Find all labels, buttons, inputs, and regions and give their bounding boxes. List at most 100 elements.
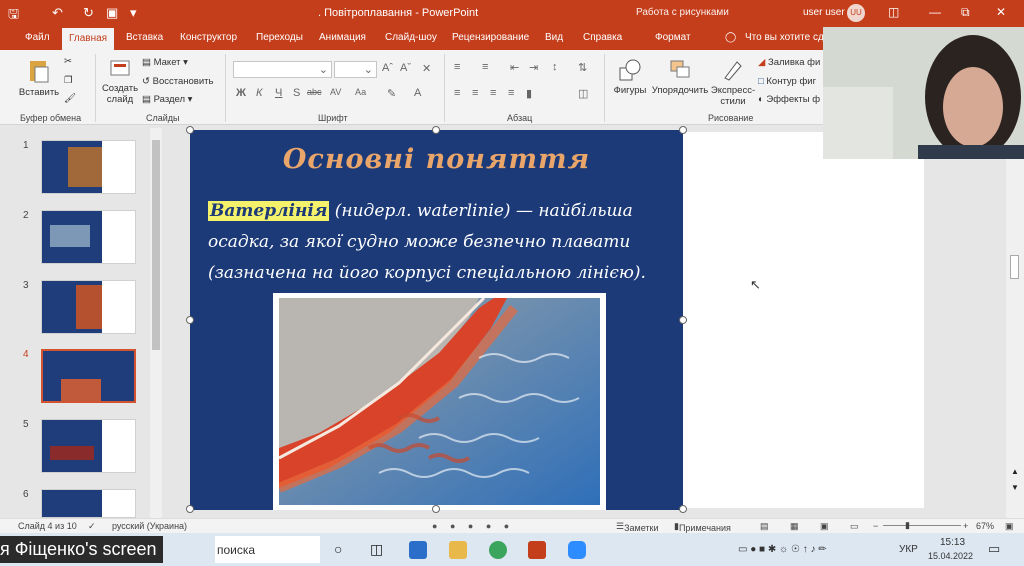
clock-time[interactable]: 15:13: [940, 537, 965, 548]
zoom-out-icon[interactable]: −: [873, 521, 878, 531]
arrange-button[interactable]: Упорядочить: [650, 58, 710, 96]
waterline-photo[interactable]: [273, 293, 606, 510]
previous-slide-icon[interactable]: ▲: [1011, 467, 1019, 476]
tab-design[interactable]: Конструктор: [180, 32, 237, 43]
quick-styles-button[interactable]: Экспресс-стили: [710, 58, 756, 107]
undo-icon[interactable]: ↶: [52, 5, 63, 21]
save-icon[interactable]: 🖫: [8, 5, 19, 27]
slide-scrollbar[interactable]: ▲ ▼: [1006, 125, 1024, 518]
layout-button[interactable]: ▤ Макет ▾: [142, 57, 188, 68]
tab-format[interactable]: Формат: [655, 32, 691, 43]
resize-handle[interactable]: [679, 505, 687, 513]
tell-me-box[interactable]: Что вы хотите сде: [745, 32, 829, 43]
resize-handle[interactable]: [186, 316, 194, 324]
columns-icon[interactable]: ▮: [526, 87, 532, 100]
font-name-dropdown[interactable]: ⌄: [233, 61, 332, 78]
slide-body-text[interactable]: Ватерлінія (нидерл. waterlinie) — найбіл…: [208, 196, 673, 289]
next-slide-icon[interactable]: ▼: [1011, 483, 1019, 492]
customize-qat-icon[interactable]: ▾: [130, 5, 137, 21]
slide-thumbnail-3[interactable]: [41, 280, 136, 334]
resize-handle[interactable]: [679, 126, 687, 134]
spacing-button[interactable]: AV: [330, 87, 341, 97]
fit-to-window-icon[interactable]: ▣: [1005, 521, 1014, 532]
highlight-icon[interactable]: ✎: [387, 87, 396, 100]
notification-icon[interactable]: ▭: [988, 541, 1000, 557]
thumbnail-scrollbar[interactable]: [150, 128, 162, 518]
tab-home[interactable]: Главная: [62, 28, 115, 50]
shape-outline-button[interactable]: □ Контур фиг: [758, 76, 816, 87]
numbering-icon[interactable]: ≡: [482, 61, 488, 73]
slide-thumbnail-6[interactable]: [41, 489, 136, 518]
tab-view[interactable]: Вид: [545, 32, 563, 43]
zoom-slider[interactable]: [883, 525, 961, 526]
bold-button[interactable]: Ж: [236, 87, 246, 99]
slide-thumbnail-1[interactable]: [41, 140, 136, 194]
present-icon[interactable]: ▣: [106, 5, 118, 21]
tab-review[interactable]: Рецензирование: [452, 32, 529, 43]
slide-sorter-icon[interactable]: ▦: [790, 521, 799, 532]
resize-handle[interactable]: [186, 126, 194, 134]
justify-icon[interactable]: ≡: [508, 87, 514, 99]
line-spacing-icon[interactable]: ↕: [552, 61, 558, 73]
copy-icon[interactable]: ❐: [64, 75, 73, 86]
slide-thumbnail-4[interactable]: [41, 349, 136, 403]
tab-animations[interactable]: Анимация: [319, 32, 366, 43]
decrease-indent-icon[interactable]: ⇤: [510, 61, 519, 74]
powerpoint-taskbar-icon[interactable]: [528, 541, 546, 559]
zoom-in-icon[interactable]: +: [963, 521, 968, 531]
task-view-icon[interactable]: ◫: [370, 541, 388, 559]
shrink-font-icon[interactable]: Aˇ: [400, 62, 411, 74]
cortana-icon[interactable]: ○: [334, 541, 352, 559]
cut-icon[interactable]: ✂: [64, 56, 72, 67]
normal-view-icon[interactable]: ▤: [760, 521, 769, 532]
spellcheck-icon[interactable]: ✓: [88, 521, 96, 532]
ribbon-display-icon[interactable]: ◫: [888, 5, 899, 19]
tab-insert[interactable]: Вставка: [126, 32, 163, 43]
resize-handle[interactable]: [186, 505, 194, 513]
resize-handle[interactable]: [432, 505, 440, 513]
language-indicator[interactable]: русский (Украина): [112, 521, 187, 531]
increase-indent-icon[interactable]: ⇥: [529, 61, 538, 74]
resize-handle[interactable]: [432, 126, 440, 134]
redo-icon[interactable]: ↻: [83, 5, 94, 21]
file-explorer-icon[interactable]: [449, 541, 467, 559]
tray-icons[interactable]: ▭ ● ■ ✱ ☼ ☉ ↑ ♪ ✏: [738, 544, 827, 555]
grow-font-icon[interactable]: Aˆ: [382, 62, 393, 74]
bullets-icon[interactable]: ≡: [454, 61, 460, 73]
keyboard-language[interactable]: УКР: [899, 544, 918, 555]
chrome-icon[interactable]: [489, 541, 507, 559]
avatar[interactable]: UU: [847, 4, 865, 22]
zoom-level[interactable]: 67%: [976, 521, 994, 531]
slideshow-icon[interactable]: ▭: [850, 521, 859, 532]
font-size-dropdown[interactable]: ⌄: [334, 61, 377, 78]
restore-icon[interactable]: ⧉: [961, 5, 970, 20]
paste-button[interactable]: Вставить: [18, 58, 60, 98]
clear-format-icon[interactable]: ✕: [422, 62, 431, 75]
slide-thumbnail-2[interactable]: [41, 210, 136, 264]
new-slide-button[interactable]: Создать слайд: [100, 58, 140, 105]
whiteboard-app-icon[interactable]: [409, 541, 427, 559]
underline-button[interactable]: Ч: [275, 87, 282, 99]
shadow-button[interactable]: S: [293, 87, 300, 99]
italic-button[interactable]: К: [256, 87, 262, 99]
shapes-button[interactable]: Фигуры: [610, 58, 650, 96]
reset-button[interactable]: ↺ Восстановить: [142, 76, 213, 87]
tab-transitions[interactable]: Переходы: [256, 32, 303, 43]
close-icon[interactable]: ✕: [996, 5, 1006, 19]
user-name[interactable]: user user: [803, 7, 845, 18]
minimize-icon[interactable]: —: [929, 5, 941, 19]
align-left-icon[interactable]: ≡: [454, 87, 460, 99]
shape-effects-button[interactable]: ◐ Эффекты ф: [758, 94, 820, 105]
slide-title[interactable]: Основні поняття: [190, 144, 683, 175]
reading-view-icon[interactable]: ▣: [820, 521, 829, 532]
taskbar-search[interactable]: поиска: [215, 536, 320, 563]
text-direction-icon[interactable]: ⇅: [578, 61, 587, 74]
zoom-slider-thumb[interactable]: ▮: [905, 520, 910, 531]
clock-date[interactable]: 15.04.2022: [928, 551, 973, 561]
notes-button[interactable]: ☰ Заметки: [616, 521, 659, 533]
smartart-icon[interactable]: ◫: [578, 87, 588, 100]
slide-thumbnail-5[interactable]: [41, 419, 136, 473]
tab-help[interactable]: Справка: [583, 32, 622, 43]
align-right-icon[interactable]: ≡: [490, 87, 496, 99]
tab-file[interactable]: Файл: [25, 32, 50, 43]
